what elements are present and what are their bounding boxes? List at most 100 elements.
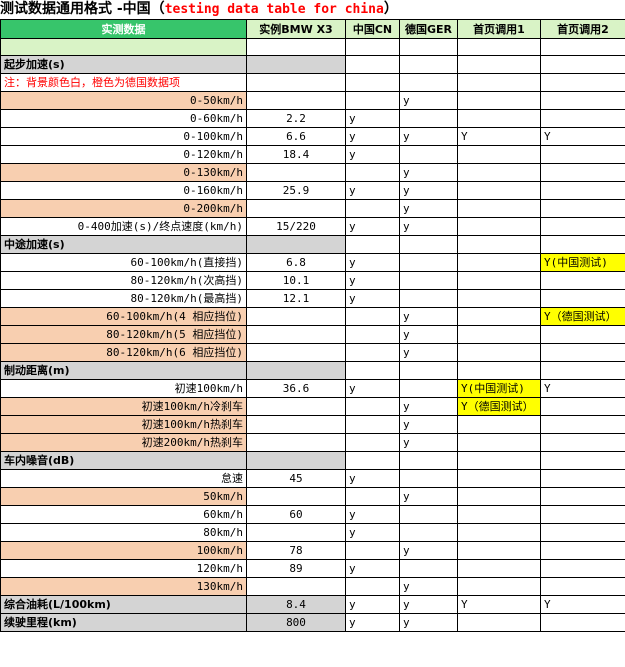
table-cell[interactable]: [457, 307, 541, 326]
table-cell[interactable]: [246, 91, 346, 110]
row-label-cell[interactable]: 综合油耗(L/100km): [0, 595, 247, 614]
table-cell[interactable]: [540, 559, 625, 578]
table-cell[interactable]: [540, 325, 625, 344]
table-cell[interactable]: [457, 163, 541, 182]
table-cell[interactable]: [345, 307, 400, 326]
table-cell[interactable]: [457, 91, 541, 110]
table-cell[interactable]: [457, 559, 541, 578]
table-cell[interactable]: [246, 523, 346, 542]
table-cell[interactable]: [457, 181, 541, 200]
table-cell[interactable]: [540, 415, 625, 434]
table-cell[interactable]: [540, 145, 625, 164]
table-cell[interactable]: [345, 397, 400, 416]
table-cell[interactable]: Y: [540, 127, 625, 146]
row-label-cell[interactable]: 50km/h: [0, 487, 247, 506]
row-label-cell[interactable]: 0-400加速(s)/终点速度(km/h): [0, 217, 247, 236]
table-cell[interactable]: y: [345, 145, 400, 164]
table-cell[interactable]: y: [399, 541, 458, 560]
table-cell[interactable]: [457, 55, 541, 74]
table-cell[interactable]: [457, 451, 541, 470]
row-label-cell[interactable]: 续驶里程(km): [0, 613, 247, 632]
table-cell[interactable]: y: [399, 91, 458, 110]
table-cell[interactable]: [540, 289, 625, 308]
row-label-cell[interactable]: 0-160km/h: [0, 181, 247, 200]
table-cell[interactable]: 36.6: [246, 379, 346, 398]
table-cell[interactable]: 60: [246, 505, 346, 524]
table-cell[interactable]: y: [399, 577, 458, 596]
table-cell[interactable]: [540, 163, 625, 182]
table-cell[interactable]: [345, 55, 400, 74]
table-cell[interactable]: [246, 325, 346, 344]
table-cell[interactable]: [246, 235, 346, 254]
table-cell[interactable]: [345, 577, 400, 596]
row-label-cell[interactable]: 起步加速(s): [0, 55, 247, 74]
table-cell[interactable]: 800: [246, 613, 346, 632]
table-cell[interactable]: [457, 577, 541, 596]
row-label-cell[interactable]: 80-120km/h(最高挡): [0, 289, 247, 308]
row-label-cell[interactable]: 0-130km/h: [0, 163, 247, 182]
table-cell[interactable]: [345, 235, 400, 254]
row-label-cell[interactable]: 80-120km/h(次高挡): [0, 271, 247, 290]
table-cell[interactable]: [540, 469, 625, 488]
table-cell[interactable]: [345, 487, 400, 506]
table-cell[interactable]: [399, 379, 458, 398]
table-cell[interactable]: [399, 361, 458, 380]
table-cell[interactable]: y: [399, 181, 458, 200]
table-cell[interactable]: [345, 325, 400, 344]
table-cell[interactable]: y: [345, 109, 400, 128]
table-cell[interactable]: [540, 109, 625, 128]
table-cell[interactable]: [457, 613, 541, 632]
table-cell[interactable]: [246, 415, 346, 434]
table-cell[interactable]: [540, 505, 625, 524]
table-cell[interactable]: y: [399, 217, 458, 236]
table-cell[interactable]: y: [399, 433, 458, 452]
table-cell[interactable]: [399, 109, 458, 128]
table-cell[interactable]: 12.1: [246, 289, 346, 308]
table-cell[interactable]: [457, 487, 541, 506]
table-cell[interactable]: y: [345, 505, 400, 524]
table-cell[interactable]: Y（德国测试）: [457, 397, 541, 416]
row-label-cell[interactable]: 100km/h: [0, 541, 247, 560]
table-cell[interactable]: y: [345, 523, 400, 542]
row-label-cell[interactable]: 80-120km/h(5 相应挡位): [0, 325, 247, 344]
table-cell[interactable]: 15/220: [246, 217, 346, 236]
table-cell[interactable]: [457, 541, 541, 560]
row-label-cell[interactable]: 120km/h: [0, 559, 247, 578]
table-cell[interactable]: 25.9: [246, 181, 346, 200]
table-cell[interactable]: [457, 73, 541, 92]
table-cell[interactable]: 2.2: [246, 109, 346, 128]
table-cell[interactable]: [399, 289, 458, 308]
table-cell[interactable]: y: [399, 307, 458, 326]
header-cell[interactable]: 首页调用2: [540, 19, 625, 39]
table-cell[interactable]: [540, 577, 625, 596]
table-cell[interactable]: [399, 145, 458, 164]
table-cell[interactable]: [345, 38, 400, 56]
table-cell[interactable]: y: [345, 379, 400, 398]
table-cell[interactable]: [457, 325, 541, 344]
row-label-cell[interactable]: 130km/h: [0, 577, 247, 596]
table-cell[interactable]: [457, 523, 541, 542]
table-cell[interactable]: y: [399, 595, 458, 614]
table-cell[interactable]: [457, 415, 541, 434]
header-cell[interactable]: 中国CN: [345, 19, 400, 39]
table-cell[interactable]: Y: [540, 379, 625, 398]
table-cell[interactable]: [246, 38, 346, 56]
table-cell[interactable]: [399, 271, 458, 290]
row-label-cell[interactable]: 0-60km/h: [0, 109, 247, 128]
table-cell[interactable]: [457, 145, 541, 164]
table-cell[interactable]: [399, 73, 458, 92]
table-cell[interactable]: [246, 487, 346, 506]
table-cell[interactable]: [457, 505, 541, 524]
table-cell[interactable]: [345, 433, 400, 452]
table-cell[interactable]: Y(中国测试): [540, 253, 625, 272]
row-label-cell[interactable]: 初速100km/h冷刹车: [0, 397, 247, 416]
row-label-cell[interactable]: 怠速: [0, 469, 247, 488]
table-cell[interactable]: [540, 487, 625, 506]
table-cell[interactable]: 78: [246, 541, 346, 560]
table-cell[interactable]: [457, 469, 541, 488]
table-cell[interactable]: [540, 91, 625, 110]
table-cell[interactable]: [457, 199, 541, 218]
table-cell[interactable]: [457, 343, 541, 362]
table-cell[interactable]: [540, 613, 625, 632]
table-cell[interactable]: [345, 451, 400, 470]
